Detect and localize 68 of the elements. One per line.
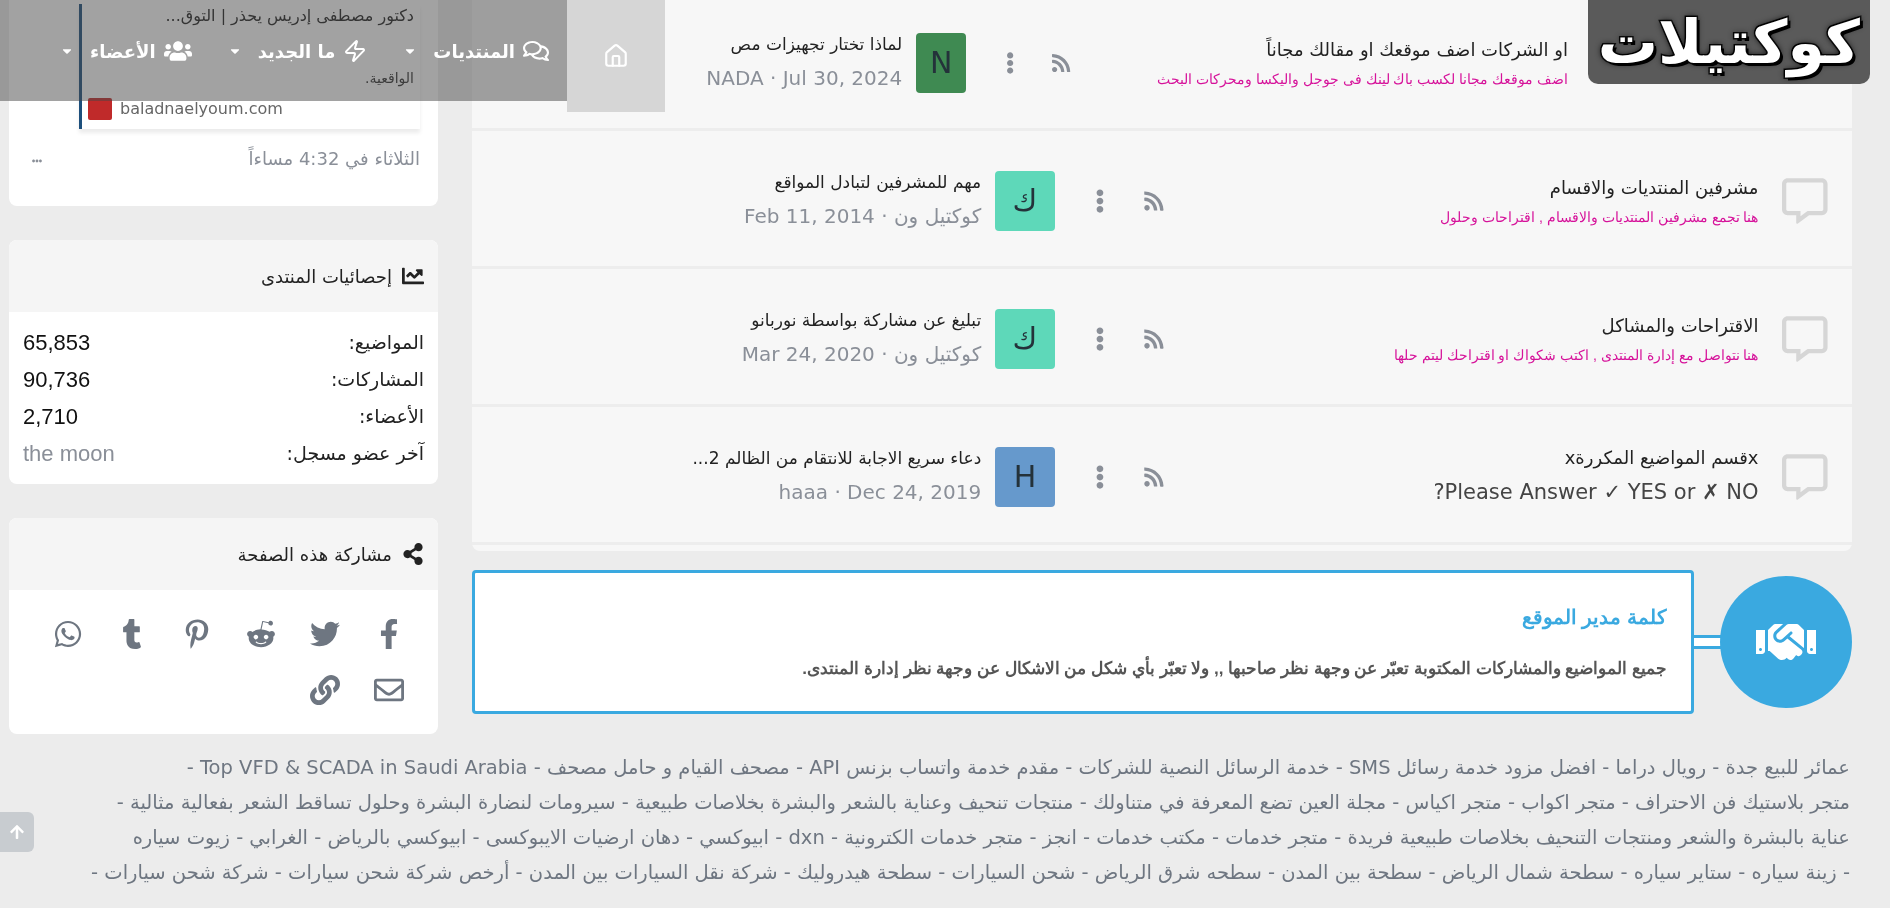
speech-bubble-icon	[1782, 453, 1828, 500]
more-options-icon[interactable]	[1094, 326, 1105, 351]
more-options-icon[interactable]	[1094, 188, 1105, 213]
speech-bubbles-icon	[523, 38, 549, 64]
stat-value: 90,736	[23, 366, 91, 394]
post-author[interactable]: كوكتيل ون	[893, 342, 982, 367]
post-date: · Mar 24, 2020	[741, 342, 888, 367]
rss-icon[interactable]	[1052, 51, 1071, 74]
stat-value: 2,710	[23, 403, 79, 431]
latest-post-title[interactable]: تبليغ عن مشاركة بواسطة نوربانو	[751, 307, 982, 334]
avatar[interactable]: H	[995, 446, 1055, 507]
speech-bubble-icon	[1782, 315, 1828, 362]
stat-label: المواضيع:	[348, 330, 424, 356]
stat-label: المشاركات:	[330, 367, 424, 393]
forum-description: Please Answer ✓ YES or ✗ NO?	[1433, 479, 1759, 507]
footer-links[interactable]: عمائر للبيع جدة - رويال دراما - افضل مزود خدمة رسائل SMS - خدمة الرسائل النصية للشركات - مقدم خدمة واتساب بزنس API - مصحف القيام و حامل مصحف - Top VFD & SCADA in Saudi Arabia -	[186, 750, 1850, 785]
footer-links[interactable]: عناية بالبشرة والشعر ومنتجات التنحيف بخلاصات طبيعية فريدة - متجر خدمات - مكتب خدمات - انجز - متجر خدمات الكترونية - dxn - ابيوكسي - دهان ارضيات الايبوكسى - ابيوكسي بالرياض - الغرابي - زيوت سياره	[132, 820, 1850, 855]
avatar[interactable]: N	[916, 32, 966, 93]
speech-bubble-icon	[1782, 177, 1828, 224]
nav-tab[interactable]: الأعضاء	[42, 29, 210, 73]
forum-title[interactable]: xقسم المواضيع المكررةx	[1564, 444, 1759, 472]
post-time: الثلاثاء في 4:32 مساءاً	[248, 145, 420, 172]
forum-title[interactable]: مشرفين المنتديات والاقسام	[1549, 173, 1759, 201]
notice-text: جميع المواضيع والمشاركات المكتوبة تعبّر عن وجهة نظر صاحبها ,, ولا تعبّر بأي شكل من الاشكال عن وجهة نظر إدارة المنتدى.	[802, 656, 1667, 682]
up-arrow-icon	[9, 824, 25, 840]
whatsapp-icon	[53, 619, 84, 649]
forum-description: اضف موقعك مجانا لكسب باك لينك فى جوجل واليكسا ومحركات البحث	[1157, 69, 1568, 90]
lightning-icon	[343, 39, 368, 63]
latest-post-title[interactable]: دعاء سريع الاجابة للانتقام من الظالم 2...	[692, 445, 982, 472]
forum-description: هنا تجمع مشرفين المنتديات والاقسام , اقتراحات وحلول	[1440, 207, 1759, 228]
reddit-icon	[245, 619, 276, 649]
source-link[interactable]: baladnaelyoum.com	[120, 97, 283, 121]
member-link[interactable]: the moon	[23, 437, 115, 470]
more-options-icon[interactable]	[1094, 464, 1105, 489]
post-author[interactable]: كوكتيل ون	[893, 204, 982, 229]
post-author[interactable]: haaa	[778, 480, 828, 505]
home-icon	[603, 43, 629, 69]
scroll-top-button[interactable]	[0, 812, 34, 852]
post-date: · Jul 30, 2024	[770, 66, 903, 91]
latest-post-title[interactable]: لماذا تختار تجهيزات مص	[730, 31, 903, 58]
share-title: مشاركة هذه الصفحة	[237, 542, 392, 567]
chart-icon	[402, 265, 424, 287]
stat-label: الأعضاء:	[358, 404, 424, 430]
twitter-icon	[309, 619, 340, 649]
rss-icon[interactable]	[1142, 189, 1165, 212]
link-icon	[309, 675, 340, 705]
site-logo[interactable]: كوكتيلات	[1587, 0, 1870, 84]
avatar[interactable]: ك	[995, 308, 1055, 369]
rss-icon[interactable]	[1142, 327, 1165, 350]
stat-label: آخر عضو مسجل:	[286, 441, 424, 467]
forum-description: هنا نتواصل مع إدارة المنتدى , اكتب شكواك او اقتراحك ليتم حلها	[1393, 345, 1759, 366]
avatar[interactable]: ك	[995, 170, 1055, 231]
stat-value: 65,853	[23, 329, 91, 357]
more-options-icon[interactable]	[1006, 50, 1015, 75]
site-logo-icon	[88, 98, 112, 120]
notice-title: كلمة مدير الموقع	[1521, 605, 1667, 632]
latest-post-title[interactable]: مهم للمشرفين لتبادل المواقع	[774, 169, 982, 196]
post-date: · Feb 11, 2014	[744, 204, 888, 229]
post-title[interactable]: دكتور مصطفى إدريس يحذر | التوق...	[165, 4, 414, 28]
forum-title[interactable]: او الشركات اضف موقعك او مقالك مجاناً	[1266, 35, 1568, 63]
post-date: · Dec 24, 2019	[834, 480, 982, 505]
forum-title[interactable]: الاقتراحات والمشاكل	[1601, 311, 1759, 339]
share-icon	[402, 543, 424, 565]
rss-icon[interactable]	[1142, 465, 1165, 488]
footer-links[interactable]: متجر بلاستيك فن الاحتراف - متجر اكواب - متجر اكياس - مجلة العين تضع المعرفة في متناولك - منتجات تنحيف وعناية بالشعر والبشرة بخلاصات طبيعية - سيرومات لنضارة البشرة وحلول تساقط الشعر بفعالية مثالية -	[116, 785, 1850, 820]
stats-title: إحصائيات المنتدى	[260, 264, 392, 289]
post-author[interactable]: NADA	[706, 66, 764, 91]
footer-links[interactable]: - زينة سياره - ستاير سياره - سطحة شمال الرياض - سطحة بين المدن - سطحه شرق الرياض - شحن السيارات - سطحة هيدروليك - شركة نقل السيارات بين المدن - أرخص شركة شحن سيارات - شركة شحن سيارات -	[91, 855, 1850, 890]
